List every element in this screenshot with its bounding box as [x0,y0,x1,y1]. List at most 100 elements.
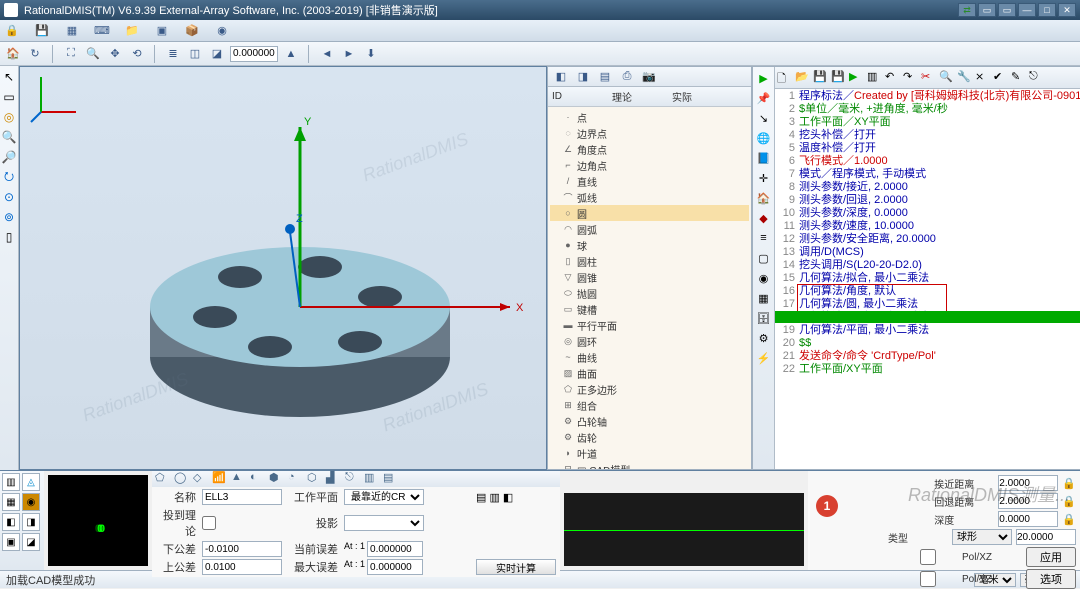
bc-t3-icon[interactable]: ◇ [193,471,209,487]
bp-tool3-icon[interactable]: ▦ [2,493,20,511]
pt-saveas-icon[interactable]: 💾 [831,70,847,86]
doc-icon[interactable]: ▦ [64,23,80,39]
polxz-check[interactable] [898,549,958,565]
value-input[interactable] [230,46,278,62]
code-line[interactable]: 14挖头调用/S(L20-20-D2.0) [777,259,1080,272]
code-line[interactable]: 11测头参数/速度, 10.0000 [777,220,1080,233]
code-line[interactable]: 3工作平面／XY平面 [777,116,1080,129]
rp-db-icon[interactable]: 🗄 [755,309,773,327]
pt-play-icon[interactable]: ▶ [849,70,865,86]
tree-item[interactable]: ∠角度点 [550,141,749,157]
bp-tool1-icon[interactable]: ▥ [2,473,20,491]
tree-item[interactable]: ●球 [550,237,749,253]
tree-item[interactable]: ▽圆锥 [550,269,749,285]
code-line[interactable]: 8测头参数/接近, 2.0000 [777,181,1080,194]
wp-select[interactable]: 最靠近的CRD平面 [344,489,424,505]
code-line[interactable]: 2$单位／毫米, +进角度, 毫米/秒 [777,103,1080,116]
rp-pin-icon[interactable]: 📌 [755,89,773,107]
bc-wifi-icon[interactable]: 📶 [212,471,228,487]
rp-home-icon[interactable]: 🏠 [755,189,773,207]
tree-cad-group[interactable]: ⊟▣ CAD模型 [550,461,749,469]
bp-tool5-icon[interactable]: ◧ [2,513,20,531]
lock2-icon[interactable]: 🔒 [1062,495,1076,508]
tree-item[interactable]: ◎圆环 [550,333,749,349]
probe2-icon[interactable]: ⊚ [0,208,18,226]
tree-item[interactable]: ○圆 [550,205,749,221]
tree-tool4-icon[interactable]: ⎙ [618,68,636,86]
viewport-3d[interactable]: X Y Z RationalDMIS RationalDMIS Rational… [19,66,547,470]
save-icon[interactable]: 💾 [34,23,50,39]
curr-err-input[interactable] [367,541,423,557]
tree-item[interactable]: ⌐边角点 [550,157,749,173]
apply-button[interactable]: 应用 [1026,547,1076,567]
bc-t10-icon[interactable]: ▟ [326,471,342,487]
code-editor[interactable]: 1程序标法／Created by [哥科姆姆科技(北京)有限公司-090119-… [775,89,1080,469]
proj2-select[interactable] [344,515,424,531]
bc-t11-icon[interactable]: ⎋ [345,471,361,487]
close-button[interactable]: ✕ [1058,3,1076,17]
globe-icon[interactable]: ◉ [214,23,230,39]
tree-item[interactable]: ◠圆弧 [550,221,749,237]
rp-axis-icon[interactable]: ✛ [755,169,773,187]
code-line[interactable]: 22工作平面/XY平面 [777,363,1080,376]
tree-item[interactable]: ⚙凸轮轴 [550,413,749,429]
bc-t6-icon[interactable]: ◐ [250,471,266,487]
code-line[interactable]: 21发送命令/命令 'CrdType/Pol' [777,350,1080,363]
folder-icon[interactable]: 📁 [124,23,140,39]
pt-find-icon[interactable]: 🔍 [939,70,955,86]
rp-sel-icon[interactable]: ◆ [755,209,773,227]
tree-item[interactable]: ▯圆柱 [550,253,749,269]
pt-check-icon[interactable]: ✔ [993,70,1009,86]
pan-icon[interactable]: ✥ [106,45,124,63]
tree-item[interactable]: ~曲线 [550,349,749,365]
box-icon[interactable]: ▣ [154,23,170,39]
bp-tool4-icon[interactable]: ◉ [22,493,40,511]
tree-tool1-icon[interactable]: ◧ [552,68,570,86]
code-line[interactable]: 20$$ [777,337,1080,350]
rotate-icon[interactable]: ⟲ [128,45,146,63]
zoom-fit-icon[interactable]: ⛶ [62,45,80,63]
tree-item[interactable]: ⬭抛圆 [550,285,749,301]
realtime-calc-button[interactable]: 实时计算 [476,559,556,575]
code-line[interactable]: 6飞行模式／1.0000 [777,155,1080,168]
pt-exit-icon[interactable]: ⎋ [1029,70,1045,86]
prev-icon[interactable]: ◄ [318,45,336,63]
tree-item[interactable]: ◌边界点 [550,125,749,141]
pt-new-icon[interactable]: 🗋 [777,70,793,86]
rp-box-icon[interactable]: ▢ [755,249,773,267]
wire-icon[interactable]: ◫ [186,45,204,63]
bc-t12-icon[interactable]: ▥ [364,471,380,487]
tree-tool2-icon[interactable]: ◨ [574,68,592,86]
code-line[interactable]: 9测头参数/回退, 2.0000 [777,194,1080,207]
tree-tool3-icon[interactable]: ▤ [596,68,614,86]
home-icon[interactable]: 🏠 [4,45,22,63]
bc-t7-icon[interactable]: ⬢ [269,471,285,487]
tree-item[interactable]: ▬平行平面 [550,317,749,333]
code-line[interactable]: 1程序标法／Created by [哥科姆姆科技(北京)有限公司-090119-… [777,90,1080,103]
select-icon[interactable]: ▭ [0,88,18,106]
rp-gear-icon[interactable]: ⚙ [755,329,773,347]
pt-del-icon[interactable]: ⨯ [975,70,991,86]
tree-item[interactable]: ⌒弧线 [550,189,749,205]
rp-grid-icon[interactable]: ▦ [755,289,773,307]
keyboard-icon[interactable]: ⌨ [94,23,110,39]
form-opts-icon[interactable]: ▤ ▥ ◧ [476,491,556,504]
max-err-input[interactable] [367,559,423,575]
tool-box2-icon[interactable]: ▭ [998,3,1016,17]
options-button[interactable]: 选项 [1026,569,1076,589]
upper-tol-input[interactable] [202,559,282,575]
tree-item[interactable]: ·点 [550,109,749,125]
code-line[interactable]: 13调用/D(MCS) [777,246,1080,259]
rp-bolt-icon[interactable]: ⚡ [755,349,773,367]
tree-item[interactable]: ▭键槽 [550,301,749,317]
retract-input[interactable] [998,493,1058,509]
rp-eye-icon[interactable]: ◉ [755,269,773,287]
bc-t9-icon[interactable]: ⬡ [307,471,323,487]
pt-redo-icon[interactable]: ↷ [903,70,919,86]
pt-cut-icon[interactable]: ✂ [921,70,937,86]
maximize-button[interactable]: □ [1038,3,1056,17]
zoom-in-icon[interactable]: 🔍 [84,45,102,63]
tree-item[interactable]: ◗叶道 [550,445,749,461]
refresh-icon[interactable]: ↻ [26,45,44,63]
bp-tool2-icon[interactable]: ◬ [22,473,40,491]
